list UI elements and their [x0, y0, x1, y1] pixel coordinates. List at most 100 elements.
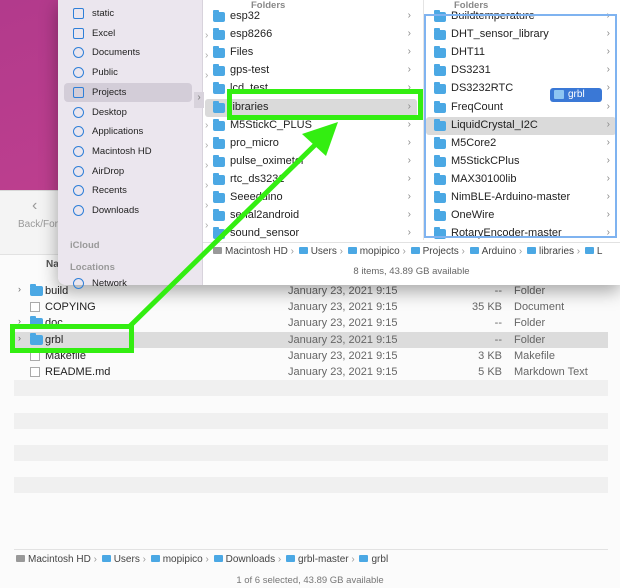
folder-icon	[213, 555, 223, 562]
folder-icon	[30, 284, 43, 296]
file-row[interactable]: COPYING January 23, 2021 9:15 35 KB Documen…	[14, 299, 608, 315]
sidebar-item-desktop[interactable]: Desktop	[64, 103, 192, 122]
sidebar-item-label: Network	[92, 278, 127, 289]
file-size: --	[494, 317, 502, 330]
path-segment[interactable]: Downloads	[226, 554, 275, 565]
sidebar-header-locations: Locations	[70, 262, 115, 273]
file-size: 35 KB	[472, 301, 502, 314]
disclosure-chevron-icon[interactable]: ›	[18, 284, 21, 294]
path-segment[interactable]: Projects	[423, 246, 459, 257]
path-segment[interactable]: Macintosh HD	[225, 246, 288, 257]
folder-item[interactable]: esp32 ›	[205, 8, 417, 26]
file-row[interactable]: README.md January 23, 2021 9:15 5 KB Markdo…	[14, 364, 608, 380]
desktop-icon	[73, 106, 84, 118]
sidebar-item-airdrop[interactable]: AirDrop	[64, 162, 192, 181]
folder-name: M5StickC_PLUS	[230, 118, 312, 131]
chevron-right-icon: ›	[407, 136, 411, 148]
folder-icon	[213, 154, 225, 167]
disk-icon	[73, 145, 84, 157]
airdrop-icon	[73, 165, 84, 177]
folder-item[interactable]: esp8266 ›	[205, 26, 417, 44]
status-bar: 8 items, 43.89 GB available	[353, 266, 470, 277]
folder-item[interactable]: Seeeduino ›	[205, 189, 417, 207]
sidebar-item-static[interactable]: static	[64, 4, 192, 23]
folder-icon	[213, 64, 225, 77]
path-segment[interactable]: Users	[114, 554, 140, 565]
sidebar-item-label: Downloads	[92, 205, 139, 216]
file-kind: Markdown Text	[514, 365, 588, 378]
empty-row	[14, 461, 608, 477]
folder-name: rtc_ds3231	[230, 172, 285, 185]
file-date: January 23, 2021 9:15	[288, 333, 398, 346]
folder-icon	[73, 86, 84, 98]
folder-item[interactable]: rtc_ds3231 ›	[205, 171, 417, 189]
sidebar-item-label: AirDrop	[92, 165, 125, 177]
file-size: --	[494, 333, 502, 346]
path-segment[interactable]: libraries	[539, 246, 574, 257]
empty-row	[14, 477, 608, 494]
folder-name: esp32	[230, 10, 260, 22]
folder-icon	[469, 247, 479, 254]
folder-item[interactable]: gps-test ›	[205, 62, 417, 80]
column-header-name[interactable]: Na	[46, 259, 59, 270]
sidebar-item-projects[interactable]: Projects	[64, 82, 192, 102]
folder-icon	[213, 227, 225, 240]
path-segment[interactable]: L	[597, 246, 603, 257]
sidebar-item-network[interactable]: Network	[64, 274, 192, 293]
sidebar-item-downloads[interactable]: Downloads	[64, 201, 192, 220]
folder-icon	[359, 555, 369, 562]
folder-name: pulse_oximeter	[230, 154, 305, 167]
disk-icon	[16, 555, 25, 562]
file-size: 3 KB	[478, 349, 502, 362]
file-kind: Folder	[514, 333, 546, 346]
chevron-right-icon: ›	[407, 64, 411, 76]
sidebar-item-label: Desktop	[92, 106, 127, 118]
file-name: COPYING	[45, 301, 96, 314]
public-icon	[73, 67, 84, 79]
folder-item[interactable]: pulse_oximeter ›	[205, 153, 417, 171]
folder-name: serial2android	[230, 209, 300, 222]
document-icon	[30, 366, 40, 377]
applications-icon	[73, 126, 84, 138]
folder-name: Seeeduino	[230, 191, 283, 203]
file-kind: Document	[514, 301, 565, 314]
path-segment[interactable]: Users	[311, 246, 337, 257]
sidebar-item-recents[interactable]: Recents	[64, 181, 192, 200]
folder-icon	[213, 10, 225, 22]
sidebar-item-applications[interactable]: Applications	[64, 122, 192, 141]
path-segment[interactable]: Arduino	[482, 246, 516, 257]
file-date: January 23, 2021 9:15	[288, 349, 398, 362]
folder-item[interactable]: pro_micro ›	[205, 135, 417, 153]
drag-label: grbl	[568, 89, 585, 100]
back-chevron-icon[interactable]: ‹	[32, 197, 37, 215]
path-segment[interactable]: grbl-master	[298, 554, 349, 565]
sidebar-item-label: Excel	[92, 27, 116, 39]
folder-icon	[213, 82, 225, 95]
file-kind: Makefile	[514, 349, 555, 362]
folder-icon	[213, 172, 225, 185]
drop-target-frame	[424, 14, 617, 238]
sidebar-item-label: Recents	[92, 185, 127, 197]
sidebar-item-public[interactable]: Public	[64, 63, 192, 82]
path-segment[interactable]: grbl	[371, 554, 388, 565]
document-icon	[73, 47, 84, 59]
path-segment[interactable]: mopipico	[163, 554, 203, 565]
folder-icon	[213, 209, 225, 222]
folder-item[interactable]: Files ›	[205, 44, 417, 62]
chevron-right-icon: ›	[407, 154, 411, 166]
path-segment[interactable]: Macintosh HD	[28, 554, 91, 565]
folder-item[interactable]: serial2android ›	[205, 207, 417, 225]
folder-icon	[213, 118, 225, 131]
sidebar-item-documents[interactable]: Documents	[64, 43, 192, 62]
file-date: January 23, 2021 9:15	[288, 301, 398, 314]
folder-item[interactable]: sound_sensor ›	[205, 225, 417, 243]
file-list: › build January 23, 2021 9:15 -- Folder COPYI…	[14, 283, 608, 510]
sidebar-item-macintosh-hd[interactable]: Macintosh HD	[64, 142, 192, 161]
drag-preview: grbl	[550, 88, 602, 102]
document-icon	[30, 302, 40, 313]
sidebar-item-excel[interactable]: Excel	[64, 24, 192, 43]
folder-name: gps-test	[230, 64, 270, 77]
folder-icon	[150, 555, 160, 562]
path-segment[interactable]: mopipico	[360, 246, 400, 257]
status-bar: 1 of 6 selected, 43.89 GB available	[236, 575, 384, 586]
